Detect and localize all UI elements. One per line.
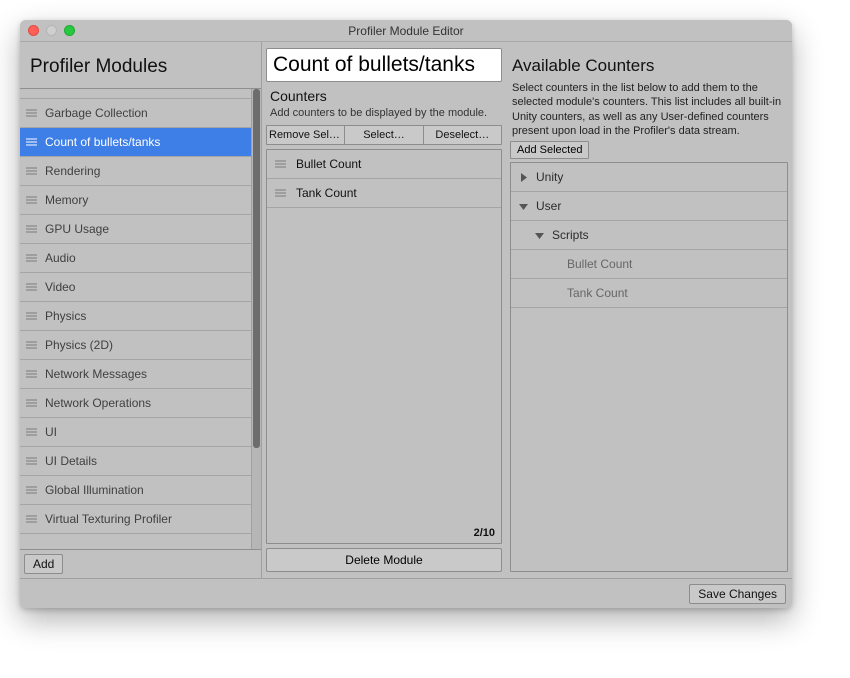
module-item[interactable]: Rendering [20, 157, 251, 186]
chevron-right-icon [519, 173, 528, 182]
drag-handle-icon [26, 486, 37, 494]
counter-list: Bullet Count Tank Count 2/10 [266, 149, 502, 544]
module-item[interactable]: Audio [20, 244, 251, 273]
counter-count: 2/10 [474, 527, 495, 539]
counter-label: Bullet Count [296, 157, 361, 171]
drag-handle-icon [26, 225, 37, 233]
profiler-module-editor-window: Profiler Module Editor Profiler Modules … [20, 20, 792, 608]
tree-leaf[interactable]: Bullet Count [511, 250, 787, 279]
drag-handle-icon [26, 109, 37, 117]
available-tree: Unity User Scripts Bullet Count Tank Count [510, 162, 788, 572]
tree-label: Tank Count [567, 286, 628, 300]
modules-scrollbar[interactable] [251, 89, 261, 549]
module-item[interactable]: Memory [20, 186, 251, 215]
drag-handle-icon [26, 254, 37, 262]
counter-item[interactable]: Bullet Count [267, 150, 501, 179]
drag-handle-icon [26, 515, 37, 523]
module-label: UI [45, 425, 57, 439]
drag-handle-icon [26, 312, 37, 320]
add-module-button[interactable]: Add [24, 554, 63, 574]
tree-leaf[interactable]: Tank Count [511, 279, 787, 308]
tree-label: Bullet Count [567, 257, 632, 271]
module-label: Rendering [45, 164, 100, 178]
drag-handle-icon [26, 370, 37, 378]
titlebar: Profiler Module Editor [20, 20, 792, 42]
module-label: Garbage Collection [45, 106, 148, 120]
module-label: Global Illumination [45, 483, 144, 497]
drag-handle-icon [275, 189, 286, 197]
remove-selected-button[interactable]: Remove Sele… [267, 126, 345, 144]
available-description: Select counters in the list below to add… [510, 81, 788, 138]
chevron-down-icon [535, 231, 544, 240]
counter-item[interactable]: Tank Count [267, 179, 501, 208]
drag-handle-icon [275, 160, 286, 168]
scrollbar-thumb[interactable] [253, 89, 260, 448]
counters-toolbar: Remove Sele… Select… Deselect… [266, 125, 502, 145]
module-label: Network Operations [45, 396, 151, 410]
module-item[interactable]: Count of bullets/tanks [20, 128, 251, 157]
drag-handle-icon [26, 196, 37, 204]
drag-handle-icon [26, 167, 37, 175]
module-label: Virtual Texturing Profiler [45, 512, 172, 526]
save-changes-button[interactable]: Save Changes [689, 584, 786, 604]
tree-group[interactable]: Scripts [511, 221, 787, 250]
module-item[interactable]: Physics [20, 302, 251, 331]
module-item[interactable] [20, 89, 251, 99]
drag-handle-icon [26, 428, 37, 436]
modules-title: Profiler Modules [20, 42, 261, 88]
module-item[interactable]: UI [20, 418, 251, 447]
tree-group[interactable]: User [511, 192, 787, 221]
drag-handle-icon [26, 341, 37, 349]
drag-handle-icon [26, 138, 37, 146]
module-label: Audio [45, 251, 76, 265]
module-item[interactable]: Video [20, 273, 251, 302]
drag-handle-icon [26, 399, 37, 407]
module-label: GPU Usage [45, 222, 109, 236]
footer: Save Changes [20, 578, 792, 608]
module-item[interactable]: Network Operations [20, 389, 251, 418]
tree-group[interactable]: Unity [511, 163, 787, 192]
content: Profiler Modules Garbage Collection Count… [20, 42, 792, 578]
add-selected-button[interactable]: Add Selected [510, 141, 589, 159]
counter-label: Tank Count [296, 186, 357, 200]
module-label: Physics (2D) [45, 338, 113, 352]
available-title: Available Counters [510, 48, 788, 78]
counters-pane: Counters Add counters to be displayed by… [262, 42, 506, 578]
select-all-button[interactable]: Select… [345, 126, 423, 144]
counters-heading: Counters [270, 88, 498, 104]
deselect-all-button[interactable]: Deselect… [424, 126, 501, 144]
module-item[interactable]: UI Details [20, 447, 251, 476]
module-label: Memory [45, 193, 88, 207]
module-item[interactable]: Global Illumination [20, 476, 251, 505]
module-label: Count of bullets/tanks [45, 135, 160, 149]
module-name-input[interactable] [266, 48, 502, 82]
tree-label: Unity [536, 170, 563, 184]
module-item[interactable]: Garbage Collection [20, 99, 251, 128]
module-label: Video [45, 280, 75, 294]
chevron-down-icon [519, 202, 528, 211]
window-title: Profiler Module Editor [20, 24, 792, 38]
modules-list: Garbage Collection Count of bullets/tanks… [20, 88, 261, 550]
tree-label: User [536, 199, 561, 213]
delete-module-button[interactable]: Delete Module [266, 548, 502, 572]
module-item[interactable]: Physics (2D) [20, 331, 251, 360]
tree-label: Scripts [552, 228, 589, 242]
module-label: UI Details [45, 454, 97, 468]
drag-handle-icon [26, 283, 37, 291]
drag-handle-icon [26, 457, 37, 465]
counters-help: Add counters to be displayed by the modu… [270, 107, 498, 121]
module-label: Network Messages [45, 367, 147, 381]
module-label: Physics [45, 309, 86, 323]
available-pane: Available Counters Select counters in th… [506, 42, 792, 578]
module-item[interactable]: GPU Usage [20, 215, 251, 244]
module-item[interactable]: Virtual Texturing Profiler [20, 505, 251, 534]
modules-pane: Profiler Modules Garbage Collection Count… [20, 42, 262, 578]
module-item[interactable]: Network Messages [20, 360, 251, 389]
